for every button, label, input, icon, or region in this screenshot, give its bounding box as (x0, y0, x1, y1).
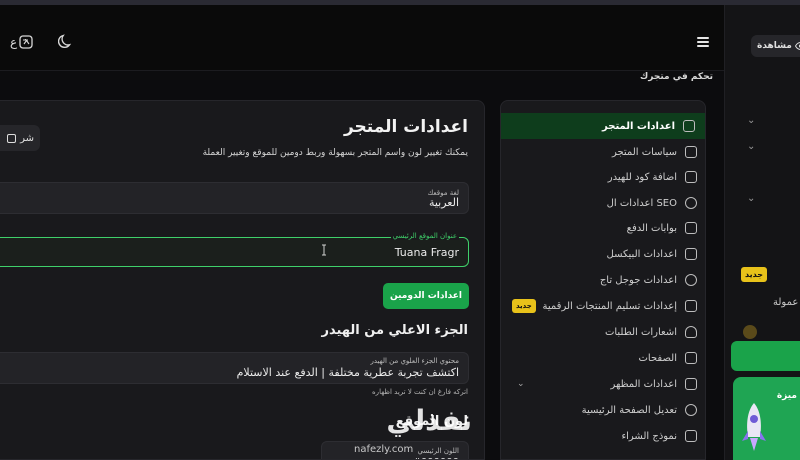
store-icon (683, 120, 695, 132)
pages-icon (685, 352, 697, 364)
sidebar-item-seo[interactable]: اعدادات ال SEO (501, 190, 705, 216)
play-icon (7, 133, 17, 143)
watermark-arabic: نفذلي (386, 404, 472, 437)
digital-delivery-icon (685, 300, 697, 312)
sidebar-item-label: إعدادات تسليم المنتجات الرقمية (542, 300, 677, 312)
policy-icon (685, 146, 697, 158)
chevron-down-icon[interactable]: ⌄ (747, 193, 755, 204)
bell-icon (685, 326, 697, 338)
eye-icon (794, 42, 800, 50)
seo-icon (685, 197, 697, 209)
sidebar-item-header-code[interactable]: اضافة كود للهيدر (501, 164, 705, 190)
site-title-input[interactable]: عنوان الموقع الرئيسي Tuana Fragr (0, 232, 469, 267)
tag-icon (685, 274, 697, 286)
page-subtitle: يمكنك تغيير لون واسم المتجر بسهولة وربط … (202, 148, 468, 158)
sidebar-item-pixel[interactable]: اعدادات البيكسل (501, 241, 705, 267)
sidebar-item-label: نموذج الشراء (621, 430, 677, 442)
page-title: اعدادات المتجر (343, 117, 468, 137)
language-select[interactable]: لغة موقعك العربية (0, 182, 469, 214)
site-title-label: عنوان الموقع الرئيسي (390, 232, 459, 240)
promo-card[interactable]: ميزة (733, 377, 800, 460)
right-side-column: مشاهدة ⌄ ⌄ ⌄ جديد عمولة ميزة (724, 5, 800, 460)
code-icon (685, 171, 697, 183)
sidebar-item-appearance[interactable]: اعدادات المظهر ⌄ (501, 371, 705, 397)
share-button[interactable]: شر (0, 125, 40, 151)
sidebar-item-edit-homepage[interactable]: تعديل الصفحة الرئيسية (501, 397, 705, 423)
translate-icon (19, 35, 33, 49)
language-label: ع (10, 35, 18, 49)
sidebar-item-payment-gateways[interactable]: بوابات الدفع (501, 215, 705, 241)
sidebar-item-digital-delivery[interactable]: إعدادات تسليم المنتجات الرقمية جديد (501, 293, 705, 319)
header-content-label: محتوي الجزء العلوي من الهيدر (370, 357, 459, 365)
sidebar-item-order-notifications[interactable]: اشعارات الطلبات (501, 319, 705, 345)
green-action-bar[interactable] (731, 341, 800, 371)
sidebar-item-label: اعدادات البيكسل (606, 248, 677, 260)
chevron-down-icon[interactable]: ⌄ (747, 141, 755, 152)
hamburger-menu-icon[interactable] (697, 37, 709, 47)
language-switcher[interactable]: ع (10, 35, 33, 49)
rocket-icon (742, 403, 766, 451)
sidebar-item-label: بوابات الدفع (626, 222, 677, 234)
header-content-hint: اتركه فارغ ان كنت لا تريد اظهاره (372, 388, 468, 396)
appearance-icon (685, 378, 697, 390)
settings-sidebar: اعدادات المتجر سياسات المتجر اضافة كود ل… (500, 100, 706, 460)
sidebar-item-label: اعدادات المتجر (602, 120, 675, 132)
watermark-latin: nafezly.com (354, 444, 414, 455)
sidebar-item-label: اعدادات المظهر (610, 378, 677, 390)
promo-text: ميزة (776, 391, 797, 401)
new-badge: جديد (512, 299, 536, 313)
sidebar-item-label: اعدادات جوجل تاج (599, 274, 677, 286)
top-bar: ع (0, 5, 724, 71)
nafezly-watermark: نفذلي nafezly.com (352, 404, 472, 460)
sidebar-item-label: اشعارات الطلبات (604, 326, 677, 338)
watch-button[interactable]: مشاهدة (751, 35, 800, 57)
home-edit-icon (685, 404, 697, 416)
payment-icon (685, 222, 697, 234)
pixel-icon (685, 248, 697, 260)
text-cursor-icon (322, 244, 326, 256)
chevron-down-icon[interactable]: ⌄ (747, 115, 755, 126)
header-content-value: اكتشف تجربة عطرية مختلفة | الدفع عند الا… (236, 366, 459, 379)
sidebar-item-checkout-form[interactable]: نموذج الشراء (501, 423, 705, 449)
sidebar-item-label: اعدادات ال SEO (606, 197, 677, 209)
header-top-section-title: الجزء الاعلي من الهيدر (321, 323, 468, 338)
new-badge: جديد (741, 267, 767, 282)
watch-label: مشاهدة (757, 41, 792, 51)
chevron-down-icon[interactable]: ⌄ (517, 379, 525, 389)
sidebar-item-store-settings[interactable]: اعدادات المتجر (501, 113, 705, 139)
sidebar-item-store-policies[interactable]: سياسات المتجر (501, 139, 705, 165)
status-dot (743, 325, 757, 339)
control-store-heading: تحكم في متجرك (640, 72, 714, 82)
domain-settings-button[interactable]: اعدادات الدومين (383, 283, 469, 309)
form-icon (685, 430, 697, 442)
sidebar-item-google-tag[interactable]: اعدادات جوجل تاج (501, 267, 705, 293)
sidebar-item-label: تعديل الصفحة الرئيسية (581, 404, 677, 416)
site-title-value: Tuana Fragr (394, 246, 459, 259)
sidebar-item-label: الصفحات (638, 352, 677, 364)
sidebar-item-pages[interactable]: الصفحات (501, 345, 705, 371)
commission-text: عمولة (773, 297, 799, 308)
sidebar-item-label: اضافة كود للهيدر (607, 171, 677, 183)
header-content-input[interactable]: محتوي الجزء العلوي من الهيدر اكتشف تجربة… (0, 352, 469, 384)
share-label: شر (20, 132, 34, 144)
sidebar-item-label: سياسات المتجر (611, 146, 677, 158)
dark-mode-moon-icon[interactable] (58, 33, 74, 49)
language-field-value: العربية (428, 196, 459, 209)
